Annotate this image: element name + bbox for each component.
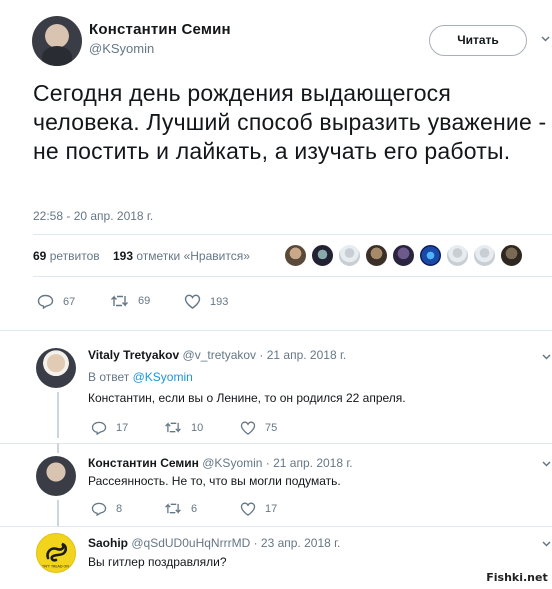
retweet-icon <box>165 422 181 433</box>
reply-text: Вы гитлер поздравляли? <box>88 555 227 569</box>
reply-date[interactable]: · 21 апр. 2018 г. <box>259 348 346 362</box>
author-handle[interactable]: @KSyomin <box>89 41 154 56</box>
avatar-caption: DON'T TREAD ON ME <box>39 565 75 569</box>
reply-text: Рассеянность. Не то, что вы могли подума… <box>88 474 341 488</box>
author-name[interactable]: Vitaly Tretyakov <box>88 348 179 362</box>
like-count: 75 <box>265 422 278 434</box>
retweet-button[interactable]: 6 <box>164 502 197 515</box>
like-button[interactable]: 17 <box>240 502 277 516</box>
avatar[interactable] <box>32 16 82 66</box>
main-tweet: Константин Семин @KSyomin Читать Сегодня… <box>0 0 552 330</box>
avatar[interactable] <box>36 456 76 496</box>
avatar[interactable]: DON'T TREAD ON ME <box>36 533 76 573</box>
avatar[interactable] <box>311 244 334 267</box>
likes-label[interactable]: отметки «Нравится» <box>136 249 250 263</box>
reply-icon <box>91 502 107 516</box>
reply-date[interactable]: · 21 апр. 2018 г. <box>266 456 353 470</box>
reply-header: Vitaly Tretyakov @v_tretyakov · 21 апр. … <box>88 348 346 362</box>
like-count: 17 <box>265 503 278 515</box>
thread-line <box>57 443 59 453</box>
author-handle[interactable]: @qSdUD0uHqNrrrMD <box>131 536 250 550</box>
avatar[interactable] <box>392 244 415 267</box>
divider <box>33 276 552 277</box>
tweet-text: Сегодня день рождения выдающегося челове… <box>33 80 547 164</box>
reply-date[interactable]: · 23 апр. 2018 г. <box>254 536 341 550</box>
thread-line <box>57 500 59 526</box>
retweet-icon <box>165 503 181 514</box>
reply-icon <box>37 294 54 309</box>
divider <box>0 443 552 444</box>
author-handle[interactable]: @KSyomin <box>202 456 262 470</box>
like-count: 193 <box>210 295 229 308</box>
timestamp[interactable]: 22:58 - 20 апр. 2018 г. <box>33 209 153 223</box>
chevron-down-icon[interactable] <box>542 541 551 547</box>
retweet-button[interactable]: 69 <box>110 294 150 308</box>
reply-count: 67 <box>63 295 76 308</box>
reply-to-link[interactable]: @KSyomin <box>133 370 193 384</box>
retweet-count: 6 <box>191 502 198 515</box>
reply-to-prefix: В ответ <box>88 370 130 384</box>
heart-icon <box>184 294 201 309</box>
tweet-stats: 69 ретвитов 193 отметки «Нравится» <box>33 249 250 263</box>
reply-button[interactable]: 17 <box>91 421 128 435</box>
reply-count: 17 <box>116 422 129 434</box>
heart-icon <box>240 421 256 435</box>
avatar[interactable] <box>446 244 469 267</box>
avatar[interactable] <box>338 244 361 267</box>
reply-icon <box>91 421 107 435</box>
chevron-down-icon[interactable] <box>542 354 551 360</box>
author-name[interactable]: Saohip <box>88 536 128 550</box>
likes-count[interactable]: 193 <box>113 249 133 263</box>
follow-button[interactable]: Читать <box>429 25 527 56</box>
reply-to: В ответ @KSyomin <box>88 370 193 384</box>
watermark: Fishki.net <box>483 569 551 587</box>
author-name[interactable]: Константин Семин <box>88 456 199 470</box>
avatar[interactable] <box>473 244 496 267</box>
divider <box>0 526 552 527</box>
reply-button[interactable]: 67 <box>37 294 75 309</box>
retweet-count: 69 <box>138 295 151 307</box>
chevron-down-icon[interactable] <box>542 461 551 467</box>
divider <box>0 330 552 331</box>
reply-button[interactable]: 8 <box>91 502 122 516</box>
like-button[interactable]: 75 <box>240 421 277 435</box>
avatar[interactable] <box>500 244 523 267</box>
retweet-button[interactable]: 10 <box>164 421 203 434</box>
divider <box>33 234 552 235</box>
reply-text: Константин, если вы о Ленине, то он роди… <box>88 391 406 405</box>
avatar[interactable] <box>36 348 76 388</box>
reply-count: 8 <box>116 503 123 515</box>
retweets-label[interactable]: ретвитов <box>50 249 100 263</box>
author-name[interactable]: Константин Семин <box>89 21 231 38</box>
avatar[interactable] <box>419 244 442 267</box>
author-handle[interactable]: @v_tretyakov <box>183 348 257 362</box>
thread-line <box>57 392 59 438</box>
retweet-count: 10 <box>191 421 204 434</box>
avatar[interactable] <box>365 244 388 267</box>
reply-header: Константин Семин @KSyomin · 21 апр. 2018… <box>88 456 353 470</box>
retweets-count[interactable]: 69 <box>33 249 46 263</box>
chevron-down-icon[interactable] <box>541 36 550 42</box>
reply-header: Saohip @qSdUD0uHqNrrrMD · 23 апр. 2018 г… <box>88 536 340 550</box>
retweet-icon <box>111 295 128 307</box>
like-button[interactable]: 193 <box>184 294 228 309</box>
snake-icon: DON'T TREAD ON ME <box>39 542 75 569</box>
heart-icon <box>240 502 256 516</box>
avatar[interactable] <box>284 244 307 267</box>
